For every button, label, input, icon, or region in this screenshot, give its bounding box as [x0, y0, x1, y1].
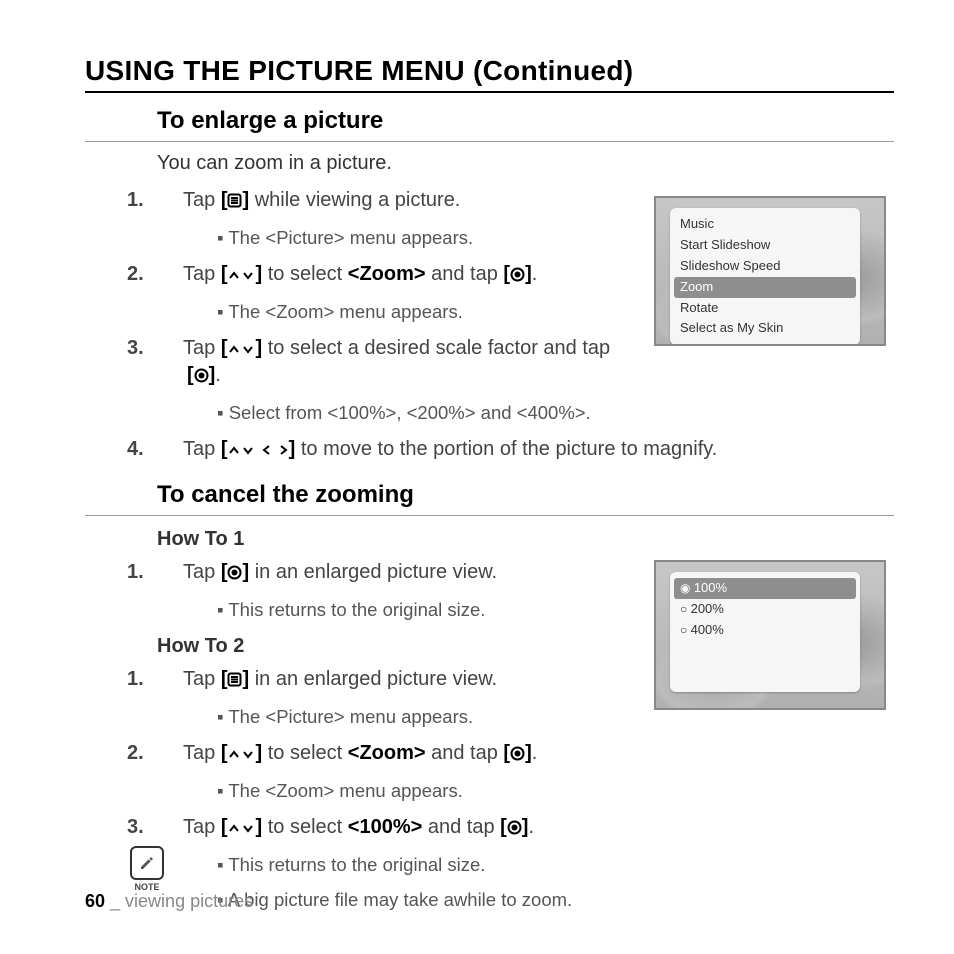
step-text: Tap [] in an enlarged picture view. [183, 668, 497, 690]
step: 3.Tap [] to select <100%> and tap []. [157, 814, 894, 841]
step-text: Tap [] to select <Zoom> and tap []. [183, 742, 537, 764]
step: 2.Tap [] to select <Zoom> and tap []. [157, 261, 647, 288]
select-icon [510, 267, 525, 282]
chapter-name: viewing pictures [125, 891, 253, 911]
step-number: 3. [157, 335, 183, 362]
zoom-option: 100% [674, 578, 856, 599]
step-number: 2. [157, 261, 183, 288]
left-icon [261, 443, 272, 457]
right-icon [278, 443, 289, 457]
note-icon: NOTE [130, 846, 164, 892]
step-number: 4. [157, 436, 183, 463]
menu-icon [227, 672, 242, 687]
zoom-menu-panel: 100%200%400% [670, 572, 860, 692]
down-icon [241, 269, 255, 282]
up-icon [227, 269, 241, 282]
down-icon [241, 444, 255, 457]
section-rule-2 [85, 515, 894, 516]
menu-item: Rotate [670, 298, 860, 319]
step-text: Tap [] to select <Zoom> and tap []. [183, 263, 537, 285]
step: 1.Tap [] while viewing a picture. [157, 187, 647, 214]
select-icon [510, 746, 525, 761]
down-icon [241, 748, 255, 761]
enlarge-intro: You can zoom in a picture. [157, 152, 894, 175]
title-rule [85, 91, 894, 93]
up-icon [227, 444, 241, 457]
up-icon [227, 343, 241, 356]
device-mock-picture-menu: MusicStart SlideshowSlideshow SpeedZoomR… [654, 196, 886, 346]
step: 1.Tap [] in an enlarged picture view. [157, 666, 647, 693]
step-number: 1. [157, 559, 183, 586]
down-icon [241, 822, 255, 835]
page-title: USING THE PICTURE MENU (Continued) [85, 55, 894, 87]
zoom-option: 400% [670, 620, 860, 641]
select-icon [194, 368, 209, 383]
section-heading-cancel: To cancel the zooming [85, 481, 894, 509]
step: 2.Tap [] to select <Zoom> and tap []. [157, 740, 894, 767]
howto1-label: How To 1 [157, 528, 894, 551]
menu-item: Select as My Skin [670, 318, 860, 339]
page-footer: 60 _ viewing pictures [85, 891, 253, 912]
page-number: 60 [85, 891, 105, 911]
zoom-option: 200% [670, 599, 860, 620]
section-heading-enlarge: To enlarge a picture [85, 107, 894, 135]
step: 4.Tap [ ] to move to the portion of the … [157, 436, 894, 463]
step-number: 2. [157, 740, 183, 767]
step-text: Tap [] to select <100%> and tap []. [183, 816, 534, 838]
step-text: Tap [] in an enlarged picture view. [183, 561, 497, 583]
manual-page: USING THE PICTURE MENU (Continued) To en… [0, 0, 954, 954]
menu-item: Start Slideshow [670, 235, 860, 256]
menu-icon [227, 193, 242, 208]
step-text: Tap [ ] to move to the portion of the pi… [183, 438, 717, 460]
menu-item: Zoom [674, 277, 856, 298]
note-text: A big picture file may take awhile to zo… [217, 888, 894, 913]
up-icon [227, 748, 241, 761]
step-sub: This returns to the original size. [217, 853, 894, 878]
step-text: Tap [] to select a desired scale factor … [183, 337, 610, 386]
step: 3.Tap [] to select a desired scale facto… [157, 335, 647, 389]
step-text: Tap [] while viewing a picture. [183, 189, 460, 211]
step: 1.Tap [] in an enlarged picture view. [157, 559, 647, 586]
step-number: 1. [157, 187, 183, 214]
menu-item: Music [670, 214, 860, 235]
footer-sep: _ [105, 891, 125, 911]
step-number: 3. [157, 814, 183, 841]
step-sub: Select from <100%>, <200%> and <400%>. [217, 401, 894, 426]
picture-menu-panel: MusicStart SlideshowSlideshow SpeedZoomR… [670, 208, 860, 345]
menu-item: Slideshow Speed [670, 256, 860, 277]
up-icon [227, 822, 241, 835]
step-sub: The <Zoom> menu appears. [217, 779, 894, 804]
step-number: 1. [157, 666, 183, 693]
select-icon [507, 820, 522, 835]
section-rule [85, 141, 894, 142]
down-icon [241, 343, 255, 356]
pencil-icon [130, 846, 164, 880]
select-icon [227, 565, 242, 580]
device-mock-zoom-menu: 100%200%400% [654, 560, 886, 710]
